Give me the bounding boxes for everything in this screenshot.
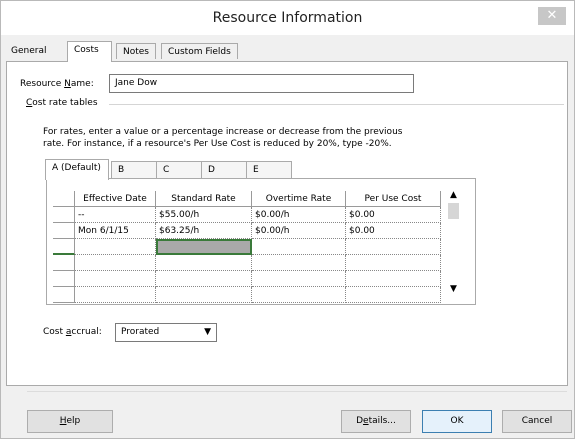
instructions-line-2: rate. For instance, if a resource's Per … bbox=[43, 139, 392, 149]
standard-rate-cell[interactable]: $63.25/h bbox=[156, 223, 252, 239]
cost-accrual-value: Prorated bbox=[121, 327, 160, 337]
resource-name-label: Resource Name: bbox=[20, 79, 94, 89]
per-use-cost-cell[interactable] bbox=[346, 287, 441, 303]
row-header[interactable] bbox=[53, 271, 75, 287]
close-button[interactable]: ✕ bbox=[538, 7, 566, 25]
row-header[interactable] bbox=[53, 255, 75, 271]
column-header-overtime-rate[interactable]: Overtime Rate bbox=[252, 191, 346, 207]
vertical-scrollbar[interactable]: ▲ ▼ bbox=[446, 190, 461, 297]
overtime-rate-cell[interactable] bbox=[252, 255, 346, 271]
row-header[interactable] bbox=[53, 223, 75, 239]
cancel-button[interactable]: Cancel bbox=[502, 410, 572, 433]
scroll-up-icon[interactable]: ▲ bbox=[446, 190, 461, 200]
scroll-thumb[interactable] bbox=[448, 203, 459, 219]
instructions-line-1: For rates, enter a value or a percentage… bbox=[43, 127, 403, 137]
button-separator bbox=[27, 391, 567, 392]
tab-general[interactable]: General bbox=[5, 43, 53, 59]
effective-date-cell[interactable] bbox=[75, 287, 156, 303]
standard-rate-cell[interactable]: $55.00/h bbox=[156, 207, 252, 223]
tab-strip: General Costs Notes Custom Fields bbox=[1, 41, 574, 62]
cost-rate-tables-label: Cost rate tables bbox=[26, 98, 98, 108]
column-header-per-use-cost[interactable]: Per Use Cost bbox=[346, 191, 441, 207]
standard-rate-cell[interactable] bbox=[156, 255, 252, 271]
column-header-standard-rate[interactable]: Standard Rate bbox=[156, 191, 252, 207]
cost-accrual-label: Cost accrual: bbox=[43, 327, 102, 337]
row-header[interactable] bbox=[53, 239, 75, 255]
per-use-cost-cell[interactable] bbox=[346, 271, 441, 287]
overtime-rate-cell[interactable] bbox=[252, 287, 346, 303]
table-row bbox=[53, 255, 443, 271]
ok-button[interactable]: OK bbox=[422, 410, 492, 433]
per-use-cost-cell[interactable]: $0.00 bbox=[346, 207, 441, 223]
per-use-cost-cell[interactable] bbox=[346, 239, 441, 255]
tab-costs[interactable]: Costs bbox=[67, 41, 112, 62]
details-button[interactable]: Details... bbox=[341, 410, 411, 433]
table-row bbox=[53, 271, 443, 287]
tab-rate-table-a[interactable]: A (Default) bbox=[45, 159, 109, 180]
chevron-down-icon: ▼ bbox=[204, 327, 211, 337]
overtime-rate-cell[interactable]: $0.00/h bbox=[252, 223, 346, 239]
grid-header-row: Effective Date Standard Rate Overtime Ra… bbox=[53, 191, 443, 207]
resource-information-dialog: Resource Information ✕ General Costs Not… bbox=[0, 0, 575, 439]
effective-date-cell[interactable]: Mon 6/1/15 bbox=[75, 223, 156, 239]
cost-accrual-dropdown[interactable]: Prorated ▼ bbox=[115, 323, 217, 342]
overtime-rate-cell[interactable] bbox=[252, 239, 346, 255]
effective-date-cell[interactable]: -- bbox=[75, 207, 156, 223]
tab-custom-fields[interactable]: Custom Fields bbox=[161, 43, 238, 59]
row-header[interactable] bbox=[53, 207, 75, 223]
tab-rate-table-d[interactable]: D bbox=[201, 161, 247, 179]
tab-rate-table-e[interactable]: E bbox=[246, 161, 292, 179]
per-use-cost-cell[interactable]: $0.00 bbox=[346, 223, 441, 239]
help-button[interactable]: Help bbox=[27, 410, 113, 433]
tab-rate-table-b[interactable]: B bbox=[111, 161, 157, 179]
table-row: -- $55.00/h $0.00/h $0.00 bbox=[53, 207, 443, 223]
per-use-cost-cell[interactable] bbox=[346, 255, 441, 271]
column-header-effective-date[interactable]: Effective Date bbox=[75, 191, 156, 207]
effective-date-cell[interactable] bbox=[75, 271, 156, 287]
effective-date-cell[interactable] bbox=[75, 255, 156, 271]
window-title: Resource Information bbox=[212, 10, 363, 26]
table-row: Mon 6/1/15 $63.25/h $0.00/h $0.00 bbox=[53, 223, 443, 239]
row-header[interactable] bbox=[53, 287, 75, 303]
table-row bbox=[53, 239, 443, 255]
tab-rate-table-c[interactable]: C bbox=[156, 161, 202, 179]
overtime-rate-cell[interactable] bbox=[252, 271, 346, 287]
effective-date-cell[interactable] bbox=[75, 239, 156, 255]
selected-standard-rate-cell[interactable] bbox=[156, 239, 252, 255]
standard-rate-cell[interactable] bbox=[156, 271, 252, 287]
standard-rate-cell[interactable] bbox=[156, 287, 252, 303]
table-row bbox=[53, 287, 443, 303]
resource-name-field[interactable]: Jane Dow bbox=[109, 74, 414, 93]
tab-notes[interactable]: Notes bbox=[116, 43, 156, 59]
overtime-rate-cell[interactable]: $0.00/h bbox=[252, 207, 346, 223]
grid-corner[interactable] bbox=[53, 191, 75, 207]
title-bar: Resource Information ✕ bbox=[1, 1, 574, 35]
rate-table-grid: Effective Date Standard Rate Overtime Ra… bbox=[46, 178, 476, 305]
group-divider bbox=[109, 104, 564, 105]
scroll-down-icon[interactable]: ▼ bbox=[446, 284, 461, 294]
